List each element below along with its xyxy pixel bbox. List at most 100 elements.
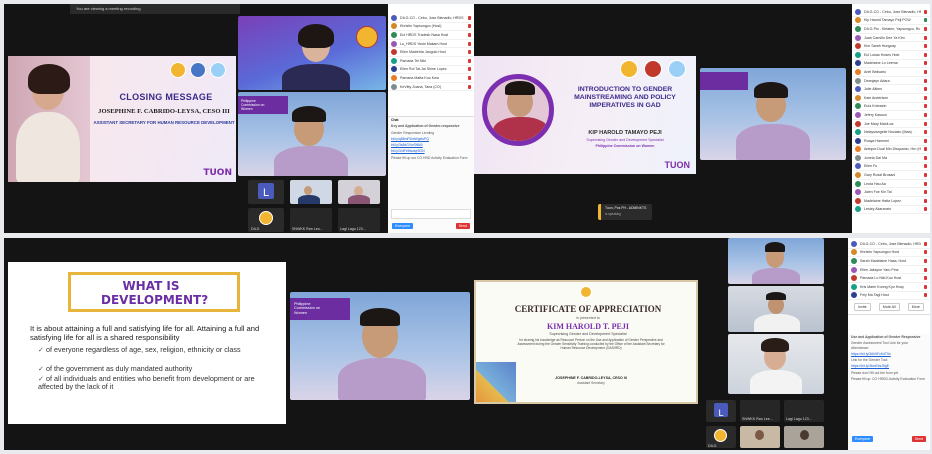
certificate-recipient: KIM HAROLD T. PEJI: [547, 322, 629, 331]
participant-row[interactable]: Jonela Dai Ma: [852, 154, 930, 163]
thumb-participant-2[interactable]: Lagi Lagu 123...: [338, 208, 380, 232]
mute-all-button[interactable]: Mute All: [878, 303, 900, 312]
thumb-dilg[interactable]: DILG: [706, 426, 736, 448]
tuon-logo: TUON: [664, 160, 691, 170]
slide-bullet: ✓ of all individuals and entities who be…: [38, 374, 255, 392]
closing-message-slide: CLOSING MESSAGE JOSEPHINE F. CABRIDO-LEY…: [8, 56, 236, 182]
chat-recipient[interactable]: Everyone: [852, 436, 874, 442]
participant-row[interactable]: Khristin Yapsungco (Host): [388, 23, 474, 32]
participant-row[interactable]: Fely Ma Tagi Host: [848, 292, 930, 301]
participant-row[interactable]: Eul Lukas Hoses Host: [852, 51, 930, 60]
participant-row[interactable]: Kip Harold Tamayo Peji PCW: [852, 17, 930, 26]
participant-row[interactable]: Khristin Yapsungco Host: [848, 249, 930, 258]
seal-logo: [190, 62, 206, 78]
participants-chat-panel: DILG-CO - Cebu, Jose Bienadlo, HRDS Khri…: [388, 4, 474, 233]
what-is-development-slide: WHAT IS DEVELOPMENT? It is about attaini…: [8, 262, 286, 424]
participant-row[interactable]: Kim Sarah Hungcay: [852, 42, 930, 51]
participant-row[interactable]: Pamana Matta Kuo Kwa: [388, 74, 474, 83]
participant-row[interactable]: KeVitty Zoana, Tana (CO): [388, 83, 474, 92]
chat-input[interactable]: [391, 209, 471, 219]
video-tile-speaker[interactable]: Philippine Commission on Women: [290, 292, 470, 400]
dilg-logo: [170, 62, 186, 78]
tuon-logo: TUON: [203, 168, 232, 178]
participant-row[interactable]: Ariel Belisario: [852, 68, 930, 77]
chat-recipient[interactable]: Everyone: [392, 223, 414, 229]
thumb-participant-1[interactable]: SNWKK Ran Leo...: [290, 208, 332, 232]
participant-row[interactable]: Gary Rosal Brosani: [852, 171, 930, 180]
thumb-letter-l[interactable]: L: [706, 400, 736, 422]
thumb-participant-1[interactable]: SNWKK Ran Lee...: [740, 400, 780, 422]
thumb-video-2[interactable]: [784, 426, 824, 448]
certificate-given: is presented to: [576, 316, 600, 320]
invite-button[interactable]: Invite: [854, 303, 871, 312]
video-tile-speaker[interactable]: [728, 238, 824, 284]
participant-row[interactable]: Ellen Roi Tal-Jai Shine Lopez: [388, 66, 474, 75]
participant-row[interactable]: Madelaine Hatta Lopez: [852, 197, 930, 206]
collage: You are viewing a meeting recording CLOS…: [0, 0, 932, 454]
participant-row[interactable]: Kris Marie Kunng Kyo Hosy: [848, 283, 930, 292]
participant-row[interactable]: Leota Hau Aa: [852, 180, 930, 189]
thumb-video-2[interactable]: [338, 180, 380, 204]
participants-list: DILG-CO - Cebu, Jose Bienadlo, HRDS Khri…: [388, 4, 474, 92]
speaker-position: ASSISTANT SECRETARY FOR HUMAN RESOURCE D…: [93, 120, 235, 125]
participant-row[interactable]: DILG-CO - Cebu, Jose Bienadlo, HRDS: [852, 8, 930, 17]
video-tile-host[interactable]: [238, 16, 386, 90]
zoom-window-bottom-right: CERTIFICATE OF APPRECIATION is presented…: [474, 238, 930, 450]
send-button[interactable]: Send: [911, 436, 926, 442]
send-button[interactable]: Send: [455, 223, 470, 229]
participant-row[interactable]: Lesley Akaranzin: [852, 206, 930, 215]
participant-row[interactable]: Pamada Lo Niki Kuo Host: [848, 274, 930, 283]
participant-row[interactable]: DILG-CO - Cebu, Jose Bienadlo, HRDS: [388, 14, 474, 23]
chat-message: Gender Assessment Tool Link for your Att…: [851, 341, 909, 350]
participant-row[interactable]: Ellen Jaksyne Yaru Pine: [848, 266, 930, 275]
thumb-dilg[interactable]: DILG: [248, 208, 284, 232]
certificate-heading: CERTIFICATE OF APPRECIATION: [514, 304, 662, 314]
participant-row[interactable]: Ellen Madiehta Jaoguio Host: [388, 48, 474, 57]
thumb-video-1[interactable]: [740, 426, 780, 448]
gender-mainstreaming-slide: INTRODUCTION TO GENDER MAINSTREAMING AND…: [474, 56, 696, 174]
video-tile-speaker[interactable]: [700, 68, 846, 160]
participant-row[interactable]: Antique-Dual Min Disquanio, Hrn (HR): [852, 146, 930, 155]
thumb-letter-l[interactable]: L: [248, 180, 284, 204]
participant-row[interactable]: Lu_HRDS Yoshi Makam Host: [388, 40, 474, 49]
participant-row[interactable]: Jalen Foe Kin Tai: [852, 188, 930, 198]
zoom-window-top-right: INTRODUCTION TO GENDER MAINSTREAMING AND…: [474, 4, 930, 233]
video-tile-participant-1[interactable]: [728, 286, 824, 332]
participant-row[interactable]: Jolie Aitken: [852, 85, 930, 94]
participant-row[interactable]: DILG-CO - Cebu, Jose Bienadlo, HRDS: [848, 240, 930, 249]
dilg-logo: [356, 26, 378, 48]
chat-message: Please fill up our CO HRD Activity Evalu…: [391, 155, 468, 160]
zoom-window-bottom-left: WHAT IS DEVELOPMENT? It is about attaini…: [4, 238, 474, 450]
thumb-participant-2[interactable]: Lagi Lagu 123...: [784, 400, 824, 422]
participant-row[interactable]: Nelaysiangelie Nocasio (Maa): [852, 128, 930, 137]
video-tile-speaker[interactable]: Philippine Commission on Women: [238, 92, 386, 176]
video-tile-participant-2[interactable]: [728, 334, 824, 394]
participant-row[interactable]: Deanjayn Adara: [852, 77, 930, 86]
participant-row[interactable]: Sarah Madelaine Hasa, Host: [848, 257, 930, 266]
thumb-video-1[interactable]: [290, 180, 332, 204]
closing-title: CLOSING MESSAGE: [119, 92, 213, 102]
certificate-signatory: JOSEPHINE F. CABRIDO-LEYSA, CESO III: [555, 376, 627, 380]
participant-row[interactable]: Kaie Anderlson: [852, 94, 930, 103]
seal-logo: [644, 60, 662, 78]
participant-row[interactable]: Eula Kobrazin: [852, 103, 930, 112]
gad-logo: [668, 60, 686, 78]
participant-row[interactable]: Roaya Hammel: [852, 137, 930, 146]
participant-row[interactable]: Pamada Tei Niki: [388, 57, 474, 66]
participant-row[interactable]: DILG-Pio - Kirtalen, Yapsungco, Rc Kzu: [852, 25, 930, 34]
more-button[interactable]: More: [907, 303, 924, 312]
participant-row[interactable]: Eul HRDS Tradesh Nasa Host: [388, 31, 474, 40]
window-tab-label: You are viewing a meeting recording: [76, 6, 141, 11]
zoom-window-top-left: You are viewing a meeting recording CLOS…: [4, 4, 474, 233]
pcw-banner: [700, 72, 748, 90]
participant-actions: Invite Mute All More: [848, 300, 930, 316]
participant-row[interactable]: Madelaine Lo Leema: [852, 60, 930, 69]
participant-row[interactable]: Jefery Kasson: [852, 111, 930, 120]
gad-logo: [210, 62, 226, 78]
participant-row[interactable]: Ellen Fu: [852, 163, 930, 172]
speaker-name: KIP HAROLD TAMAYO PEJI: [588, 130, 662, 136]
speaker-position: Supervising Gender and Development Speci…: [586, 138, 664, 142]
participant-row[interactable]: Joe Mary MaxiLoa: [852, 120, 930, 129]
slide-intro: It is about attaining a full and satisfy…: [30, 324, 260, 342]
participant-row[interactable]: Juan Camillo Dee Ya Kim: [852, 34, 930, 43]
